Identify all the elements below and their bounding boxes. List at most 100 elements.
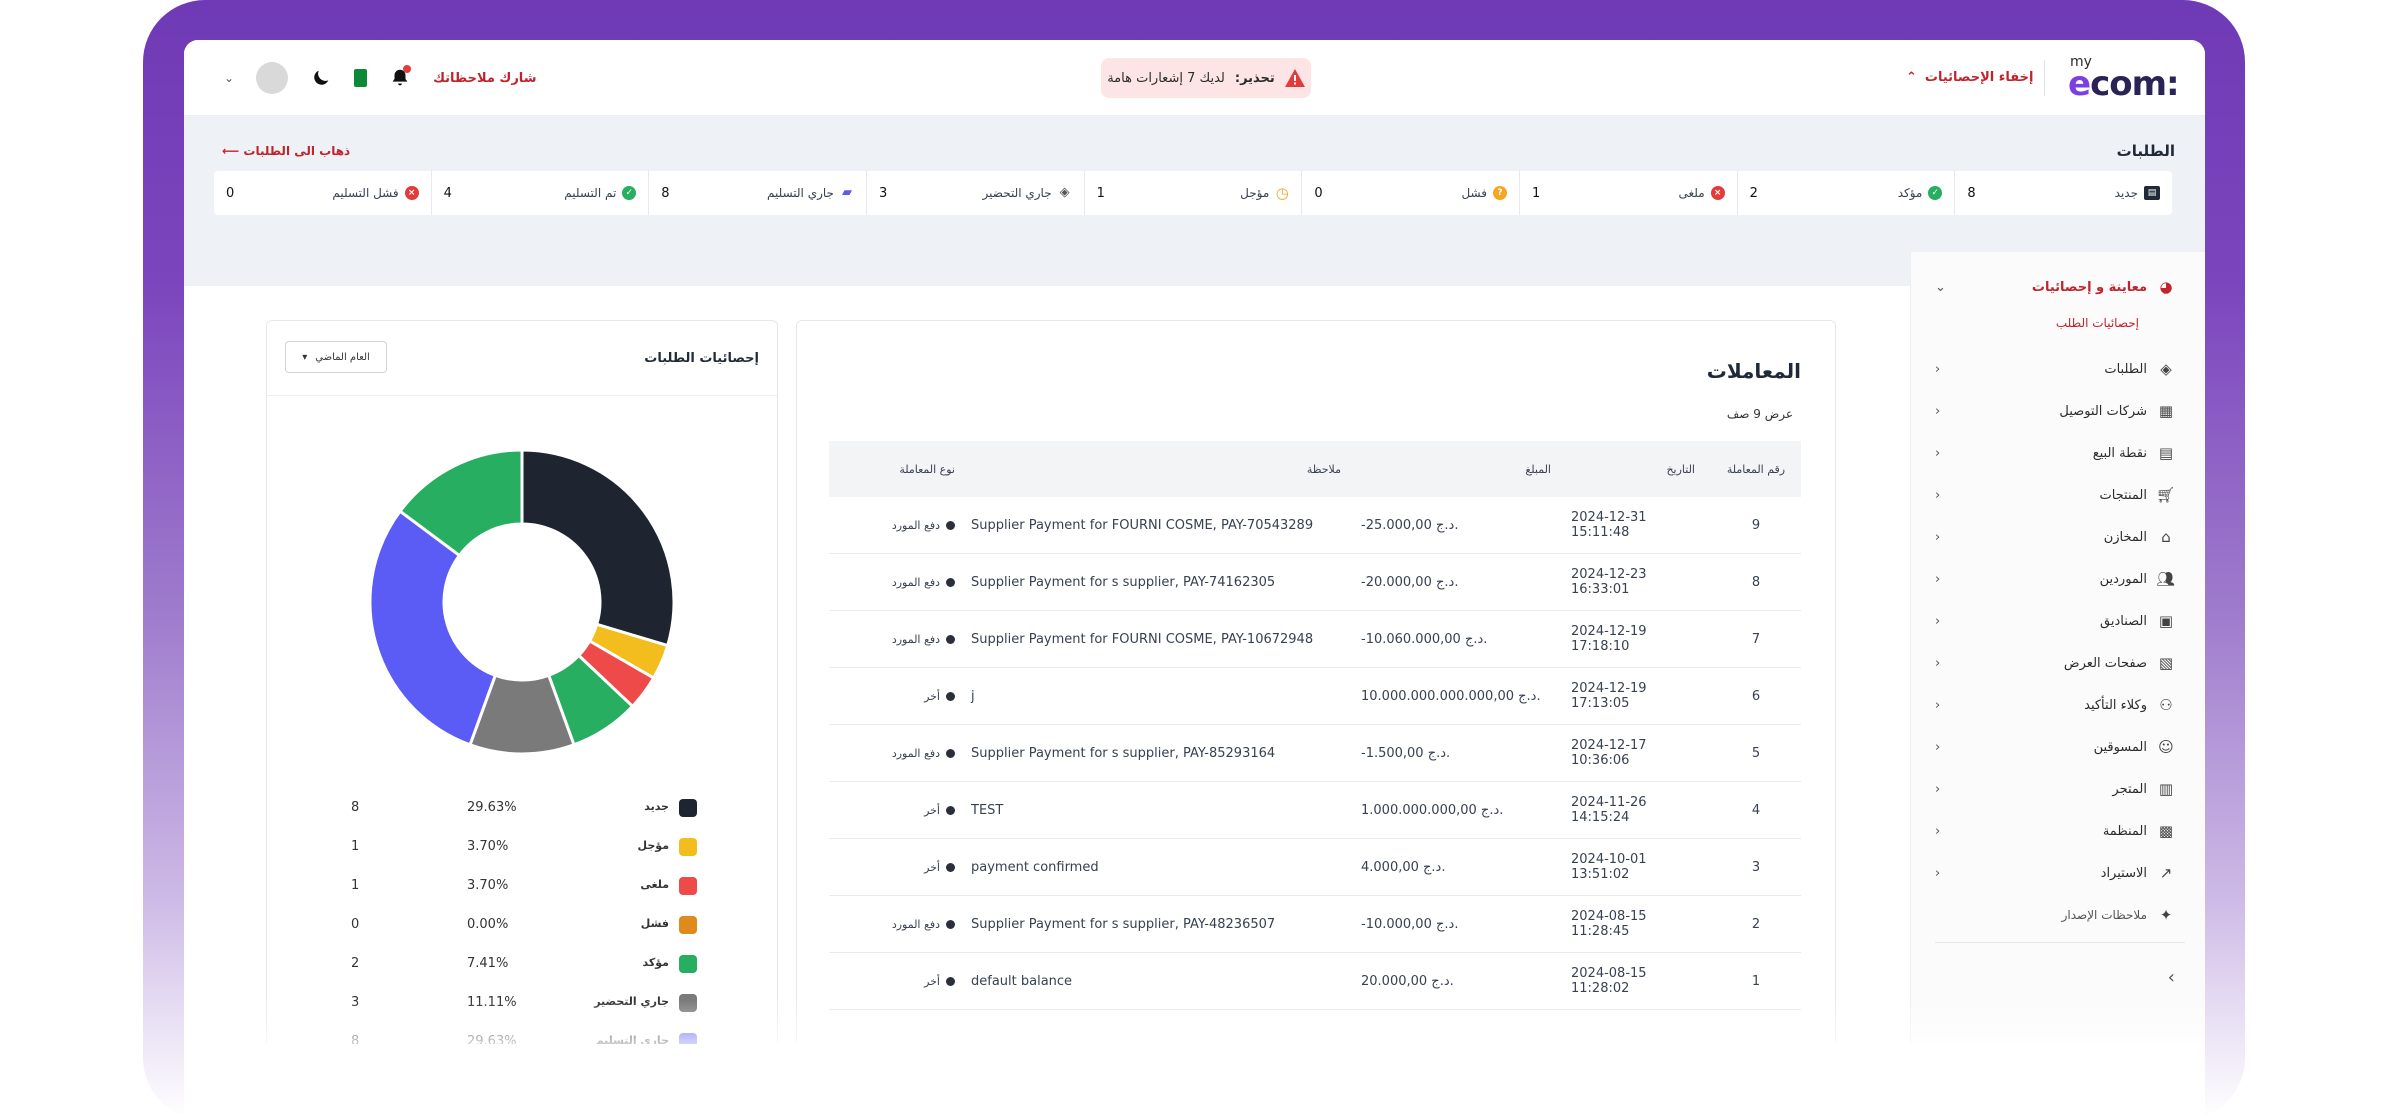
sidebar-item[interactable]: ◈ الطلبات ‹ — [1935, 356, 2175, 382]
legend-name: مؤكد — [642, 956, 669, 969]
sidebar-item[interactable]: 👥︎ الموردين ‹ — [1935, 566, 2175, 592]
sidebar-item[interactable]: ☺ المسوقين ‹ — [1935, 734, 2175, 760]
sidebar-item[interactable]: ▥ المتجر ‹ — [1935, 776, 2175, 802]
legend-count: 8 — [351, 800, 360, 815]
top-bar: ⌄ شارك ملاحظاتك تحذير: لديك 7 إشعارات ها… — [184, 40, 2205, 116]
status-cell[interactable]: ◈ جاري التحضير 3 — [865, 171, 1084, 215]
legend-percent: 0.00% — [467, 917, 509, 932]
legend-item[interactable]: مؤكد 7.41% 2 — [267, 947, 777, 986]
users-icon: 👥︎ — [2155, 570, 2175, 588]
donut-slice[interactable] — [368, 509, 498, 747]
transactions-title: المعاملات — [1706, 359, 1801, 383]
col-header-no[interactable]: رقم المعاملة — [1711, 463, 1801, 476]
moon-icon[interactable] — [310, 67, 332, 89]
legend-item[interactable]: مؤجل 3.70% 1 — [267, 830, 777, 869]
table-row[interactable]: 4 2024-11-26 14:15:24 1.000.000.000,00 د.ج… — [829, 782, 1801, 839]
donut-slice[interactable] — [520, 448, 676, 648]
sidebar-item[interactable]: ◕ معاينة و إحصائيات ⌄ — [1935, 274, 2175, 300]
col-header-date[interactable]: التاريخ — [1551, 463, 1711, 476]
cell-type-label: دفع المورد — [891, 746, 940, 760]
share-feedback-link[interactable]: شارك ملاحظاتك — [433, 71, 536, 86]
type-bullet — [946, 749, 955, 758]
table-row[interactable]: 3 2024-10-01 13:51:02 4.000,00 د.ج. payment… — [829, 839, 1801, 896]
sidebar-item[interactable]: ⌂ المخازن ‹ — [1935, 524, 2175, 550]
sidebar-item-label: صفحات العرض — [2063, 655, 2147, 671]
chevron-down-icon: ⌄ — [1935, 279, 1946, 295]
sidebar-item-label: الموردين — [2099, 571, 2147, 587]
cart-icon: 🛒︎ — [2155, 486, 2175, 504]
status-count: 2 — [1749, 185, 1758, 201]
status-label-group: ▤ جديد — [2115, 186, 2160, 200]
store-icon: ▥ — [2158, 780, 2174, 798]
sidebar-item-label-group: ▣ الصناديق — [2100, 612, 2175, 630]
sidebar-item-label-group: ▤ نقطة البيع — [2093, 444, 2175, 462]
status-count: 1 — [1531, 185, 1541, 201]
status-cell[interactable]: ▤ جديد 8 — [1954, 171, 2172, 215]
status-cell[interactable]: ▰ جاري التسليم 8 — [648, 171, 866, 215]
sidebar-item[interactable]: ▣ الصناديق ‹ — [1935, 608, 2175, 634]
status-label: جديد — [2114, 186, 2138, 200]
sidebar-item[interactable]: ▤ نقطة البيع ‹ — [1935, 440, 2175, 466]
status-cell[interactable]: ? فشل 0 — [1301, 171, 1519, 215]
status-cell[interactable]: ✓ مؤكد 2 — [1736, 171, 1955, 215]
legend-swatch — [679, 916, 697, 934]
cell-type-label: دفع المورد — [891, 632, 940, 646]
alert-banner[interactable]: تحذير: لديك 7 إشعارات هامة — [1101, 58, 1311, 98]
status-count: 0 — [1314, 185, 1323, 201]
stats-divider — [267, 395, 777, 396]
sidebar-collapse-button[interactable]: › — [1935, 964, 2175, 990]
status-count: 3 — [878, 185, 888, 201]
chevron-left-icon: ‹ — [1935, 781, 1941, 797]
sidebar-item[interactable]: 🛒︎ المنتجات ‹ — [1935, 482, 2175, 508]
legend-swatch — [679, 955, 697, 973]
status-cell[interactable]: ✓ تم التسليم 4 — [430, 171, 649, 215]
sidebar-item[interactable]: ▧ صفحات العرض ‹ — [1935, 650, 2175, 676]
header-divider — [2044, 60, 2045, 96]
sidebar-item[interactable]: ↗ الاستيراد ‹ — [1935, 860, 2175, 886]
sidebar-item[interactable]: ▩ المنظمة ‹ — [1935, 818, 2175, 844]
legend-item[interactable]: فشل 0.00% 0 — [267, 908, 777, 947]
period-select[interactable]: العام الماضي ▾ — [285, 341, 387, 373]
sidebar-item[interactable]: ▦ شركات التوصيل ‹ — [1935, 398, 2175, 424]
notification-bell-icon[interactable] — [389, 65, 412, 89]
table-row[interactable]: 5 2024-12-17 10:36:06 -1.500,00 د.ج. Suppli… — [829, 725, 1801, 782]
chevron-left-icon: ‹ — [1935, 613, 1941, 629]
table-row[interactable]: 9 2024-12-31 15:11:48 -25.000,00 د.ج. Suppl… — [829, 497, 1801, 554]
chevron-right-icon: › — [2167, 966, 2175, 988]
sidebar-item-label: المنتجات — [2099, 487, 2147, 503]
cell-no: 6 — [1751, 688, 1761, 704]
chevron-down-icon[interactable]: ⌄ — [224, 71, 234, 85]
chevron-left-icon: ‹ — [1935, 571, 1941, 587]
release-notes-link[interactable]: ✦ ملاحظات الإصدار — [1935, 902, 2175, 928]
pos-icon: ▤ — [2158, 444, 2174, 462]
logo[interactable]: my ecom: — [2068, 54, 2180, 104]
hide-stats-label: إخفاء الإحصائيات — [1924, 70, 2034, 85]
col-header-type[interactable]: نوع المعاملة — [829, 463, 971, 476]
sidebar-separator — [1935, 942, 2185, 943]
hide-stats-button[interactable]: إخفاء الإحصائيات ⌃ — [1906, 70, 2033, 85]
legend-count: 1 — [351, 839, 360, 854]
avatar[interactable] — [256, 62, 289, 94]
status-label-group: ✓ تم التسليم — [564, 186, 637, 200]
status-cell[interactable]: × فشل التسليم 0 — [214, 171, 431, 215]
sidebar-item[interactable]: ⚇ وكلاء التأكيد ‹ — [1935, 692, 2175, 718]
sidebar-item-label-group: ◕ معاينة و إحصائيات — [2032, 278, 2175, 296]
col-header-amount[interactable]: المبلغ — [1341, 463, 1551, 476]
table-row[interactable]: 2 2024-08-15 11:28:45 -10.000,00 د.ج. Suppl… — [829, 896, 1801, 953]
cell-date: 2024-12-19 17:18:10 — [1571, 624, 1647, 654]
go-to-orders-link[interactable]: ذهاب الى الطلبات ⟵ — [222, 144, 350, 158]
cell-type-label: أخر — [924, 689, 940, 703]
status-cell[interactable]: × ملغى 1 — [1518, 171, 1737, 215]
legend-swatch — [679, 877, 697, 895]
legend-item[interactable]: ملغى 3.70% 1 — [267, 869, 777, 908]
status-cell[interactable]: ◷ مؤجل 1 — [1083, 171, 1302, 215]
legend-item[interactable]: جديد 29.63% 8 — [267, 791, 777, 830]
table-row[interactable]: 6 2024-12-19 17:13:05 10.000.000.000.000,0… — [829, 668, 1801, 725]
col-header-note[interactable]: ملاحظة — [971, 463, 1341, 476]
legend-percent: 29.63% — [467, 800, 517, 815]
table-row[interactable]: 7 2024-12-19 17:18:10 -10.060.000,00 د.ج. S… — [829, 611, 1801, 668]
language-flag-icon[interactable] — [354, 69, 368, 87]
table-row[interactable]: 8 2024-12-23 16:33:01 -20.000,00 د.ج. Suppl… — [829, 554, 1801, 611]
sidebar-subitem-order-stats[interactable]: إحصائيات الطلب — [2056, 316, 2139, 330]
cell-no: 7 — [1751, 631, 1761, 647]
